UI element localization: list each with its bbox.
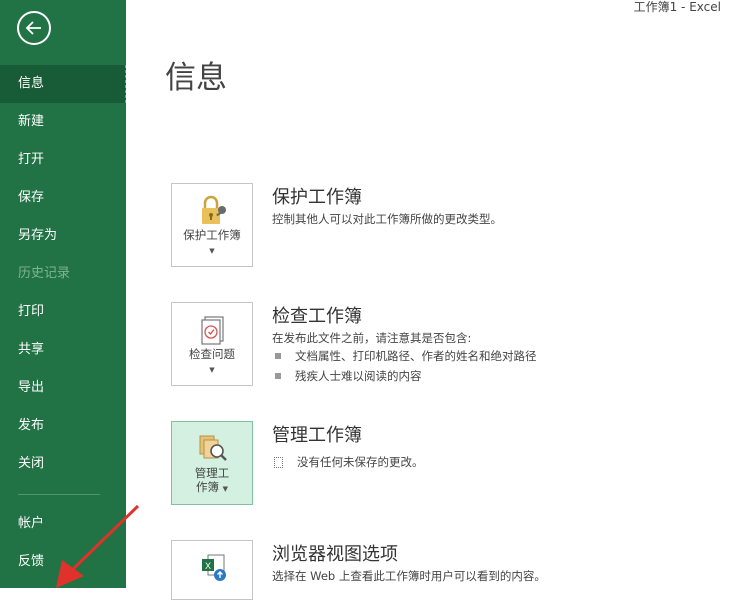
lock-key-icon: [202, 195, 226, 224]
protect-workbook-label: 保护工作簿 ▼: [183, 228, 241, 255]
list-item: 残疾人士难以阅读的内容: [272, 368, 422, 384]
nav-save[interactable]: 保存: [0, 179, 126, 217]
nav-export[interactable]: 导出: [0, 369, 126, 407]
bullet-square-icon: [275, 353, 281, 359]
check-issues-label: 检查问题 ▼: [189, 347, 235, 374]
manage-workbook-button[interactable]: 管理工 作簿 ▼: [171, 421, 253, 505]
nav-new[interactable]: 新建: [0, 103, 126, 141]
red-arrow-annotation: [56, 504, 140, 588]
manage-workbook-icon: [199, 435, 227, 461]
nav-close[interactable]: 关闭: [0, 445, 126, 483]
inspect-workbook-title: 检查工作簿: [272, 306, 362, 327]
nav-divider: [18, 494, 100, 495]
browser-view-options-button[interactable]: X: [171, 540, 253, 600]
inspect-workbook-desc: 在发布此文件之前，请注意其是否包含:: [272, 331, 472, 345]
excel-web-icon: X: [202, 554, 226, 581]
inspect-document-icon: [201, 316, 224, 345]
page-title: 信息: [165, 60, 227, 96]
nav-publish[interactable]: 发布: [0, 407, 126, 445]
protect-workbook-title: 保护工作簿: [272, 187, 362, 208]
browser-view-options-title: 浏览器视图选项: [272, 544, 398, 565]
back-button[interactable]: [17, 11, 51, 45]
window-title: 工作簿1 - Excel: [633, 0, 721, 14]
bullet-square-icon: [275, 373, 281, 379]
document-icon: [274, 457, 283, 468]
nav-save-as[interactable]: 另存为: [0, 217, 126, 255]
nav-share[interactable]: 共享: [0, 331, 126, 369]
nav-info[interactable]: 信息: [0, 65, 126, 103]
dropdown-caret-icon: ▼: [222, 485, 229, 493]
dropdown-caret-icon: ▼: [209, 366, 215, 374]
list-item: 文档属性、打印机路径、作者的姓名和绝对路径: [272, 348, 537, 364]
nav-history: 历史记录: [18, 266, 71, 281]
protect-workbook-desc: 控制其他人可以对此工作簿所做的更改类型。: [272, 212, 502, 226]
dropdown-caret-icon: ▼: [209, 247, 215, 255]
protect-workbook-button[interactable]: 保护工作簿 ▼: [171, 183, 253, 267]
nav-print[interactable]: 打印: [0, 293, 126, 331]
check-issues-button[interactable]: 检查问题 ▼: [171, 302, 253, 386]
nav-open[interactable]: 打开: [0, 141, 126, 179]
manage-workbook-label: 管理工 作簿 ▼: [194, 466, 230, 494]
svg-text:X: X: [205, 561, 211, 571]
back-arrow-icon: [25, 21, 41, 35]
browser-view-options-desc: 选择在 Web 上查看此工作簿时用户可以看到的内容。: [272, 569, 546, 583]
manage-workbook-title: 管理工作簿: [272, 425, 362, 446]
manage-workbook-status: 没有任何未保存的更改。: [272, 454, 424, 470]
